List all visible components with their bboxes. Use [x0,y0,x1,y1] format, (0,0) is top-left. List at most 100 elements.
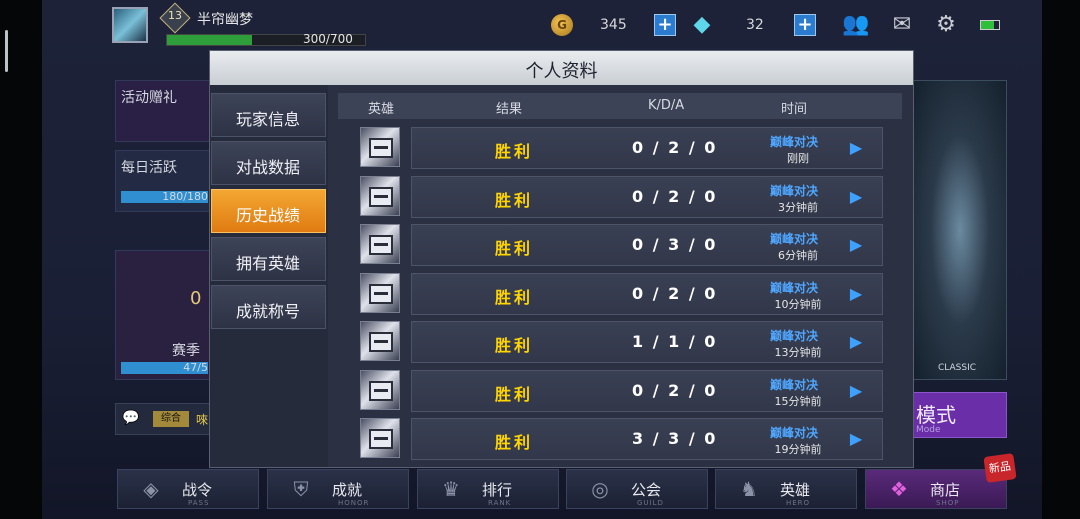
nav-rank-label: 排行 [482,481,513,499]
match-time: 10分钟前 [774,298,822,311]
hero-face-icon [369,381,393,401]
shop-icon: ❖ [890,477,908,501]
match-mode: 巅峰对决 [770,281,819,295]
match-result: 胜利 [495,433,534,452]
mode-artwork: CLASSIC [913,80,1007,380]
match-row[interactable]: 胜利 0 / 3 / 0 巅峰对决 6分钟前 ▶ [411,224,883,266]
new-item-badge: 新品 [983,453,1017,483]
nav-guild-label: 公会 [631,481,662,499]
match-row[interactable]: 胜利 0 / 2 / 0 巅峰对决 15分钟前 ▶ [411,370,883,412]
tab-achievements[interactable]: 成就称号 [211,285,326,329]
match-time: 刚刚 [787,152,809,165]
season-label: 赛季 [172,343,200,359]
nav-rank[interactable]: ♛ 排行 RANK [417,469,559,509]
friends-icon[interactable]: 👥 [842,12,870,38]
xp-progress-fill [167,35,253,45]
hero-face-icon [369,284,393,304]
diamond-amount: 32 [746,17,764,33]
match-kda: 0 / 2 / 0 [632,187,718,206]
match-row[interactable]: 胜利 3 / 3 / 0 巅峰对决 19分钟前 ▶ [411,418,883,460]
match-detail-arrow-icon[interactable]: ▶ [849,139,863,157]
diamond-icon: ◆ [693,12,711,37]
chat-bar[interactable]: 💬 综合 唻 [115,403,210,435]
match-time: 3分钟前 [778,201,818,214]
match-kda: 0 / 2 / 0 [632,381,718,400]
tab-achievements-label: 成就称号 [236,302,301,321]
player-avatar[interactable] [112,7,148,43]
mode-button[interactable]: 模式 Mode [913,392,1007,438]
nav-shop-sub: SHOP [936,499,960,507]
gold-coin-icon: G [551,14,573,36]
left-edge [0,0,42,519]
hero-face-icon [369,332,393,352]
col-time: 时间 [781,102,808,117]
hero-face-icon [369,187,393,207]
match-time: 6分钟前 [778,249,818,262]
daily-active-progress: 180/180 [121,191,208,203]
nav-pass[interactable]: ◈ 战令 PASS [117,469,259,509]
match-mode: 巅峰对决 [770,329,819,343]
match-row[interactable]: 胜利 1 / 1 / 0 巅峰对决 13分钟前 ▶ [411,321,883,363]
settings-gear-icon[interactable]: ⚙ [932,12,960,38]
match-time: 13分钟前 [774,346,822,359]
mode-label: 模式 [916,403,956,427]
match-row[interactable]: 胜利 0 / 2 / 0 巅峰对决 3分钟前 ▶ [411,176,883,218]
mail-icon[interactable]: ✉ [888,12,916,38]
match-detail-arrow-icon[interactable]: ▶ [849,430,863,448]
honor-icon: ⛨ [293,477,309,501]
col-hero: 英雄 [368,102,395,117]
nav-hero-label: 英雄 [780,481,811,499]
match-detail-arrow-icon[interactable]: ▶ [849,333,863,351]
match-detail-arrow-icon[interactable]: ▶ [849,188,863,206]
match-kda: 3 / 3 / 0 [632,429,718,448]
add-diamond-button[interactable]: + [794,14,816,36]
tab-player-info[interactable]: 玩家信息 [211,93,326,137]
xp-text: 300/700 [303,32,353,46]
hero-avatar [360,176,400,216]
tab-owned-heroes[interactable]: 拥有英雄 [211,237,326,281]
match-kda: 1 / 1 / 0 [632,332,718,351]
profile-modal: 个人资料 玩家信息 对战数据 历史战绩 拥有英雄 成就称号 英雄 结果 K/D/… [209,50,914,468]
match-kda: 0 / 2 / 0 [632,138,718,157]
guild-icon: ◎ [591,477,609,501]
classic-label: CLASSIC [938,363,977,373]
profile-sidebar: 玩家信息 对战数据 历史战绩 拥有英雄 成就称号 [210,85,328,467]
nav-rank-sub: RANK [488,499,512,507]
hero-face-icon [369,138,393,158]
match-detail-arrow-icon[interactable]: ▶ [849,236,863,254]
player-name: 半帘幽梦 [197,12,253,28]
match-result: 胜利 [495,142,534,161]
add-gold-button[interactable]: + [654,14,676,36]
match-result: 胜利 [495,239,534,258]
match-result: 胜利 [495,385,534,404]
match-mode: 巅峰对决 [770,135,819,149]
pass-icon: ◈ [143,477,159,501]
nav-pass-sub: PASS [188,499,210,507]
hero-avatar [360,127,400,167]
match-row[interactable]: 胜利 0 / 2 / 0 巅峰对决 10分钟前 ▶ [411,273,883,315]
match-row[interactable]: 胜利 0 / 2 / 0 巅峰对决刚刚 ▶ [411,127,883,169]
right-edge [1042,0,1080,519]
player-level: 13 [168,9,182,22]
edge-indicator [5,30,8,72]
hero-face-icon [369,235,393,255]
bottom-navigation: ◈ 战令 PASS ⛨ 成就 HONOR ♛ 排行 RANK ◎ 公会 GUIL… [117,469,1007,511]
hero-avatar [360,370,400,410]
hero-avatar [360,224,400,264]
nav-hero[interactable]: ♞ 英雄 HERO [715,469,857,509]
match-kda: 0 / 2 / 0 [632,284,718,303]
daily-active-label: 每日活跃 [121,160,177,176]
tab-match-history[interactable]: 历史战绩 [211,189,326,233]
match-result: 胜利 [495,288,534,307]
match-detail-arrow-icon[interactable]: ▶ [849,285,863,303]
match-detail-arrow-icon[interactable]: ▶ [849,382,863,400]
tab-battle-stats-label: 对战数据 [236,158,301,177]
chat-preview: 唻 [196,413,209,427]
tab-player-info-label: 玩家信息 [236,110,301,129]
game-screen: 13 半帘幽梦 300/700 G 345 + ◆ 32 + 👥 ✉ ⚙ 活动赠… [0,0,1080,519]
nav-guild[interactable]: ◎ 公会 GUILD [566,469,708,509]
tab-battle-stats[interactable]: 对战数据 [211,141,326,185]
col-kda: K/D/A [648,98,685,113]
trophy-icon: ♛ [442,477,460,501]
nav-honor[interactable]: ⛨ 成就 HONOR [267,469,409,509]
